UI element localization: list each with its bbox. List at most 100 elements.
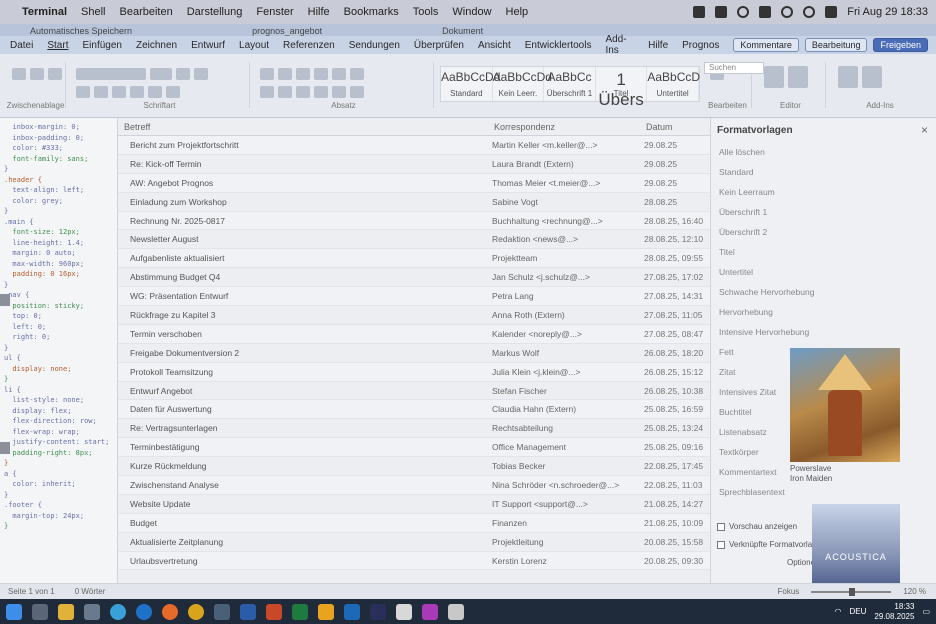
table-row[interactable]: Kurze Rückmeldung Tobias Becker 22.08.25, …	[118, 457, 710, 477]
notion-icon[interactable]	[370, 603, 386, 620]
page-count[interactable]: Seite 1 von 1	[8, 587, 55, 596]
tab-view[interactable]: Ansicht	[478, 40, 511, 51]
app-icon[interactable]	[422, 603, 438, 620]
sort-icon[interactable]	[350, 68, 364, 80]
align-center-icon[interactable]	[278, 86, 292, 98]
status-app-icon[interactable]	[693, 6, 706, 18]
tab-file[interactable]: Datei	[10, 40, 33, 51]
line-spacing-icon[interactable]	[332, 86, 346, 98]
font-color-icon[interactable]	[166, 86, 180, 98]
paste-icon[interactable]	[12, 68, 26, 80]
table-row[interactable]: Website Update IT Support <support@...> 21…	[118, 495, 710, 514]
style-list-item[interactable]: Überschrift 2	[711, 222, 936, 242]
style-list-item[interactable]: Kein Leerraum	[711, 182, 936, 202]
language-indicator[interactable]: DEU	[850, 607, 867, 616]
zoom-slider[interactable]	[811, 587, 892, 596]
menu-shell[interactable]: Shell	[81, 6, 105, 18]
search-icon[interactable]	[803, 6, 816, 18]
table-row[interactable]: Termin verschoben Kalender <noreply@...> 2…	[118, 324, 710, 344]
strikethrough-icon[interactable]	[130, 86, 144, 98]
tab-help[interactable]: Hilfe	[648, 40, 668, 51]
tab-home[interactable]: Start	[47, 40, 68, 51]
clock-icon[interactable]	[737, 6, 750, 18]
table-row[interactable]: Daten für Auswertung Claudia Hahn (Extern…	[118, 400, 710, 420]
search-input[interactable]: Suchen	[704, 62, 764, 74]
italic-icon[interactable]	[94, 86, 108, 98]
file-explorer-icon[interactable]	[58, 603, 74, 620]
document-body[interactable]: Betreff Korrespondenz Datum Bericht zum …	[118, 118, 710, 583]
menu-tools[interactable]: Tools	[413, 6, 439, 18]
microphone-icon[interactable]	[764, 66, 784, 88]
chrome-icon[interactable]	[188, 603, 204, 620]
powerpoint-icon[interactable]	[266, 603, 282, 620]
checkbox-icon[interactable]	[717, 540, 725, 549]
tab-prognos[interactable]: Prognos	[682, 40, 719, 51]
table-row[interactable]: Terminbestätigung Office Management 25.08.…	[118, 438, 710, 458]
addins-icon[interactable]	[838, 66, 858, 88]
menu-edit[interactable]: Bearbeiten	[120, 6, 173, 18]
taskbar-clock[interactable]: 18:33 29.08.2025	[874, 602, 914, 622]
tab-review[interactable]: Überprüfen	[414, 40, 464, 51]
menu-view[interactable]: Darstellung	[187, 6, 243, 18]
checkbox-icon[interactable]	[717, 522, 725, 531]
edge-icon[interactable]	[110, 603, 126, 620]
table-row[interactable]: Newsletter August Redaktion <news@...> 28.…	[118, 230, 710, 250]
menu-window[interactable]: Window	[452, 6, 491, 18]
column-header-correspondent[interactable]: Korrespondenz	[488, 122, 640, 132]
style-list-item[interactable]: Sprechblasentext	[711, 482, 936, 502]
focus-button[interactable]: Fokus	[778, 587, 800, 596]
designer-icon[interactable]	[862, 66, 882, 88]
battery-icon[interactable]	[759, 6, 772, 18]
internet-explorer-icon[interactable]	[136, 603, 152, 620]
table-row[interactable]: Rechnung Nr. 2025-0817 Buchhaltung <rechn…	[118, 211, 710, 231]
column-header-subject[interactable]: Betreff	[118, 122, 488, 132]
table-row[interactable]: Protokoll Teamsitzung Julia Klein <j.klei…	[118, 362, 710, 382]
style-list-item[interactable]: Hervorhebung	[711, 302, 936, 322]
style-standard[interactable]: AaBbCcDd Standard	[441, 67, 500, 101]
menu-clock[interactable]: Fri Aug 29 18:33	[847, 6, 928, 18]
font-name-select[interactable]	[76, 68, 146, 80]
album-cover-image[interactable]	[790, 348, 900, 462]
table-row[interactable]: Re: Vertragsunterlagen Rechtsabteilung 25.…	[118, 419, 710, 439]
word-icon[interactable]	[240, 603, 256, 620]
editor-icon[interactable]	[788, 66, 808, 88]
outlook-icon[interactable]	[344, 603, 360, 620]
control-center-icon[interactable]	[825, 6, 838, 18]
style-title[interactable]: 1 Übers Titel	[596, 67, 648, 109]
comments-button[interactable]: Kommentare	[733, 38, 799, 52]
indent-decrease-icon[interactable]	[314, 68, 328, 80]
zoom-level[interactable]: 120 %	[903, 587, 926, 596]
copy-icon[interactable]	[48, 68, 62, 80]
code-editor-panel[interactable]: inbox-margin: 0; inbox-padding: 0; color…	[0, 118, 118, 583]
document-icon[interactable]	[448, 603, 464, 620]
style-list-item[interactable]: Standard	[711, 162, 936, 182]
zoom-slider-knob[interactable]	[849, 587, 856, 596]
grow-font-icon[interactable]	[176, 68, 190, 80]
second-album-image[interactable]: ACOUSTICA	[812, 504, 900, 586]
table-row[interactable]: Rückfrage zu Kapitel 3 Anna Roth (Extern)…	[118, 306, 710, 325]
windows-start-icon[interactable]	[6, 603, 22, 620]
firefox-icon[interactable]	[162, 603, 178, 620]
word-count[interactable]: 0 Wörter	[75, 587, 106, 596]
tab-references[interactable]: Referenzen	[283, 40, 335, 51]
notepad-icon[interactable]	[396, 603, 412, 620]
wifi-icon[interactable]	[781, 6, 794, 18]
tab-design[interactable]: Entwurf	[191, 40, 225, 51]
app-icon[interactable]	[214, 603, 230, 620]
underline-icon[interactable]	[112, 86, 126, 98]
numbering-icon[interactable]	[278, 68, 292, 80]
table-row[interactable]: Freigabe Dokumentversion 2 Markus Wolf 26.…	[118, 344, 710, 363]
style-heading1[interactable]: AaBbCc Überschrift 1	[544, 67, 596, 101]
close-icon[interactable]: ×	[921, 123, 928, 137]
menu-help[interactable]: Help	[506, 6, 529, 18]
table-row[interactable]: Budget Finanzen 21.08.25, 10:09	[118, 513, 710, 533]
table-row[interactable]: WG: Präsentation Entwurf Petra Lang 27.08.…	[118, 287, 710, 307]
style-list-item[interactable]: Überschrift 1	[711, 202, 936, 222]
excel-icon[interactable]	[292, 603, 308, 620]
app-icon[interactable]	[84, 603, 100, 620]
tab-layout[interactable]: Layout	[239, 40, 269, 51]
tab-draw[interactable]: Zeichnen	[136, 40, 177, 51]
table-row[interactable]: Urlaubsvertretung Kerstin Lorenz 20.08.25,…	[118, 551, 710, 571]
column-header-date[interactable]: Datum	[640, 122, 710, 132]
align-right-icon[interactable]	[296, 86, 310, 98]
